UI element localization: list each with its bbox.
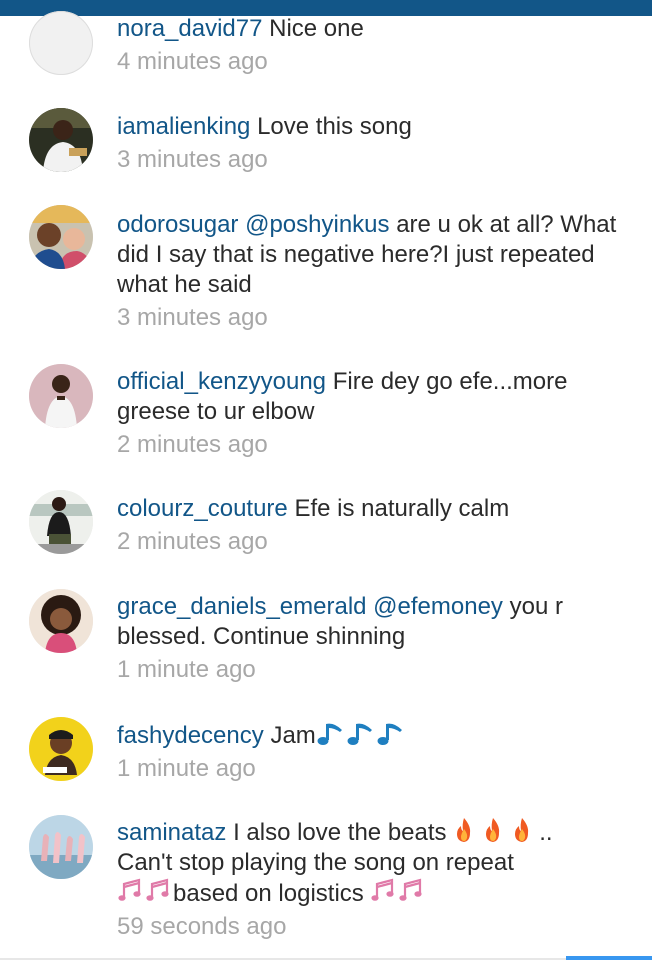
comment-username[interactable]: grace_daniels_emerald <box>117 593 367 620</box>
fire-icon <box>482 817 504 843</box>
comment-text: official_kenzyyoung Fire dey go efe...mo… <box>117 367 617 427</box>
comment-message: Efe is naturally calm <box>294 495 510 522</box>
comment-text: grace_daniels_emerald @efemoney you r bl… <box>117 592 617 652</box>
notes-icon <box>398 878 426 904</box>
tab-indicator <box>566 956 652 960</box>
comment-timestamp: 4 minutes ago <box>117 48 268 75</box>
comment-text: saminataz I also love the beats .. Can't… <box>117 817 617 909</box>
comment-message-suffix: .. <box>539 819 553 846</box>
comment-username[interactable]: colourz_couture <box>117 495 288 522</box>
comment-timestamp: 1 minute ago <box>117 656 256 683</box>
avatar[interactable] <box>29 108 93 172</box>
notes-icon <box>370 878 398 904</box>
avatar[interactable] <box>29 815 93 879</box>
comment-message: Love this song <box>257 113 412 140</box>
comment-timestamp: 2 minutes ago <box>117 431 268 458</box>
comment-username[interactable]: fashydecency <box>117 722 264 749</box>
comment-username[interactable]: official_kenzyyoung <box>117 368 326 395</box>
comment-text: iamalienking Love this song <box>117 112 617 142</box>
comment-message: I also love the beats <box>233 819 447 846</box>
comment-text: colourz_couture Efe is naturally calm <box>117 494 617 524</box>
comment-username[interactable]: iamalienking <box>117 113 250 140</box>
comment-username[interactable]: odorosugar <box>117 211 238 238</box>
comment-timestamp: 59 seconds ago <box>117 913 287 940</box>
avatar[interactable] <box>29 205 93 269</box>
comment-text: nora_david77 Nice one <box>117 14 617 44</box>
comment-timestamp: 2 minutes ago <box>117 528 268 555</box>
comment-timestamp: 3 minutes ago <box>117 304 268 331</box>
comment-message: Nice one <box>269 15 364 42</box>
comment-message-line: based on logistics <box>173 880 364 907</box>
comment-message: Jam <box>270 722 316 749</box>
notes-icon <box>145 878 173 904</box>
comment-timestamp: 1 minute ago <box>117 755 256 782</box>
notes-icon <box>117 878 145 904</box>
comment-username[interactable]: saminataz <box>117 819 226 846</box>
avatar[interactable] <box>29 589 93 653</box>
comment-timestamp: 3 minutes ago <box>117 146 268 173</box>
fire-icon <box>453 817 475 843</box>
comment-text: odorosugar @poshyinkus are u ok at all? … <box>117 210 617 300</box>
comment-mention[interactable]: @poshyinkus <box>245 211 389 238</box>
comment-username[interactable]: nora_david77 <box>117 15 262 42</box>
avatar[interactable] <box>29 717 93 781</box>
avatar[interactable] <box>29 490 93 554</box>
avatar[interactable] <box>29 11 93 75</box>
music-note-icon <box>376 720 406 746</box>
comment-text: fashydecency Jam <box>117 720 617 751</box>
music-note-icon <box>316 720 346 746</box>
comment-mention[interactable]: @efemoney <box>373 593 503 620</box>
music-note-icon <box>346 720 376 746</box>
fire-icon <box>511 817 533 843</box>
comment-message-line: Can't stop playing the song on repeat <box>117 849 514 876</box>
avatar[interactable] <box>29 364 93 428</box>
